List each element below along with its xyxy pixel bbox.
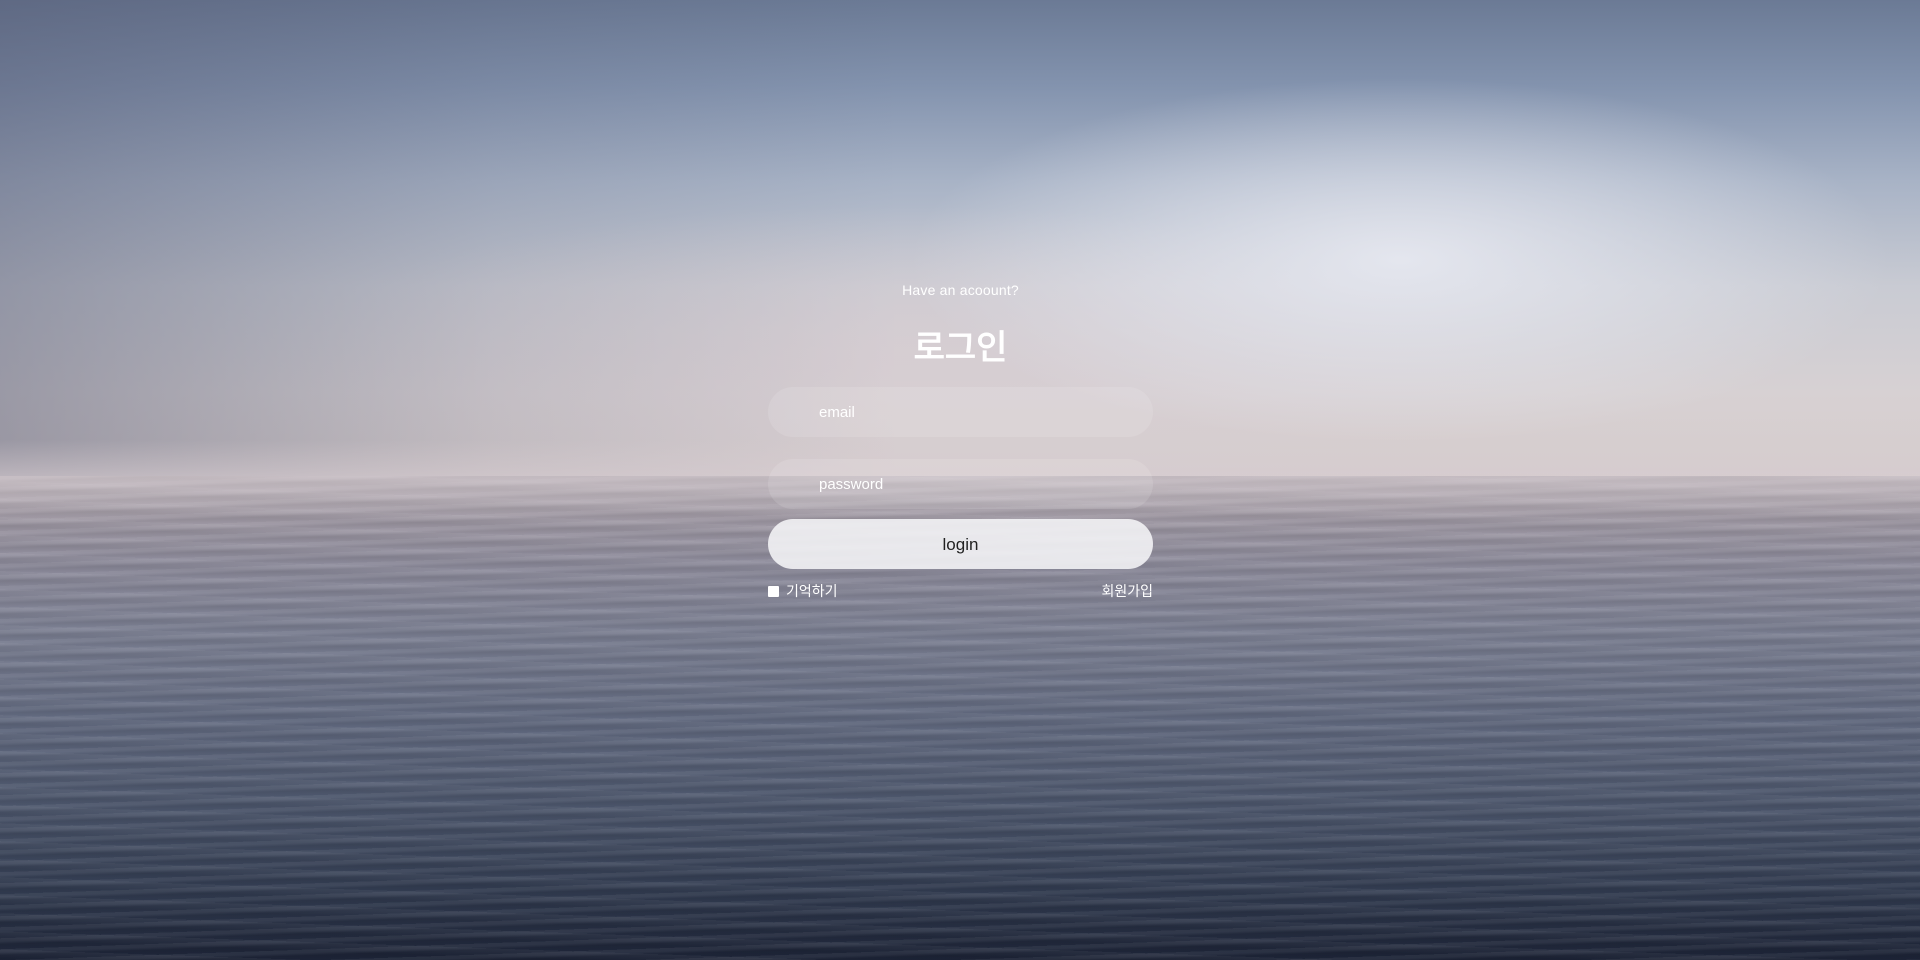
- remember-checkbox[interactable]: [768, 585, 779, 597]
- page-title: 로그인: [913, 328, 1008, 368]
- signup-link[interactable]: 회원가입: [1101, 581, 1153, 601]
- remember-me[interactable]: 기억하기: [768, 581, 838, 601]
- password-input[interactable]: [817, 474, 1131, 494]
- have-account-text: Have an acoount?: [902, 282, 1019, 298]
- password-field-wrapper: [768, 459, 1153, 509]
- remember-label: 기억하기: [786, 584, 838, 600]
- email-field-wrapper: [768, 387, 1153, 437]
- login-button[interactable]: login: [768, 519, 1153, 569]
- email-input[interactable]: [817, 402, 1131, 422]
